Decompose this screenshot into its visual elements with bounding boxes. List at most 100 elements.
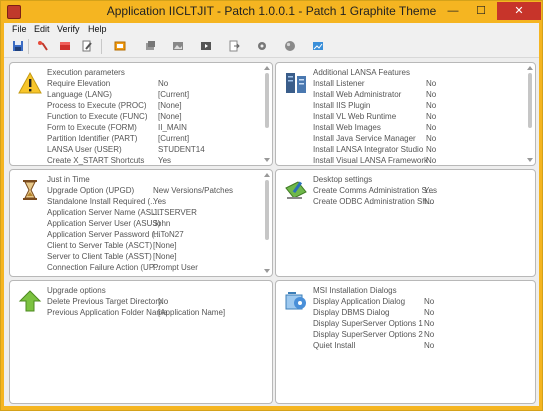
msi-installation-dialogs-panel[interactable]: MSI Installation Dialogs Display Applica… — [275, 280, 536, 404]
hourglass-icon — [23, 180, 37, 200]
item-value: No — [424, 319, 435, 328]
scrollbar[interactable] — [527, 65, 533, 163]
item-value: No — [426, 123, 437, 132]
panel-title: Execution parameters — [47, 68, 125, 77]
item-value: No — [158, 297, 169, 306]
item-label: Display SuperServer Options 1 — [313, 319, 423, 328]
item-value: Prompt User — [153, 263, 198, 272]
item-value: [None] — [158, 101, 182, 110]
upgrade-options-panel[interactable]: Upgrade options Delete Previous Target D… — [9, 280, 273, 404]
installer-icon — [285, 292, 306, 310]
additional-lansa-features-panel[interactable]: Additional LANSA Features Install Listen… — [275, 62, 536, 166]
item-label: Previous Application Folder Name — [47, 308, 168, 317]
panel-title: Desktop settings — [313, 175, 373, 184]
minimize-button[interactable]: — — [439, 2, 467, 20]
item-label: Install Web Images — [313, 123, 381, 132]
desktop-settings-panel[interactable]: Desktop settings Create Comms Administra… — [275, 169, 536, 277]
gear-icon[interactable] — [256, 40, 268, 52]
export-page-icon[interactable] — [228, 40, 240, 52]
menu-edit[interactable]: Edit — [34, 24, 50, 34]
item-label: Require Elevation — [47, 79, 111, 88]
panel-title: MSI Installation Dialogs — [313, 286, 397, 295]
item-value: [Current] — [158, 134, 190, 143]
item-label: Partition Identifier (PART) — [47, 134, 138, 143]
item-value: Yes — [153, 197, 167, 206]
item-value: John — [153, 219, 171, 228]
server-icon — [286, 73, 306, 93]
chart-window-icon[interactable] — [312, 40, 324, 52]
item-label: Display DBMS Dialog — [313, 308, 390, 317]
item-value: No — [426, 79, 437, 88]
item-value: JITSERVER — [153, 208, 197, 217]
item-value: II_MAIN — [158, 123, 187, 132]
item-label: Quiet Install — [313, 341, 356, 350]
panel-title: Just in Time — [47, 175, 90, 184]
up-arrow-icon — [18, 290, 42, 312]
item-value: Yes — [424, 186, 438, 195]
item-value: [None] — [153, 241, 177, 250]
item-label: Client to Server Table (ASCT) — [47, 241, 153, 250]
menu-verify[interactable]: Verify — [57, 24, 80, 34]
video-icon[interactable] — [200, 40, 212, 52]
title-bar[interactable]: Application IICLTJIT - Patch 1.0.0.1 - P… — [1, 1, 542, 23]
stack-icon[interactable] — [144, 40, 156, 52]
menu-file[interactable]: File — [12, 24, 27, 34]
maximize-button[interactable]: ☐ — [467, 2, 495, 20]
toolbar — [4, 36, 539, 58]
execution-parameters-panel[interactable]: Execution parameters Require Elevation No… — [9, 62, 273, 166]
item-label: Install LANSA Integrator Studio — [313, 145, 424, 154]
item-value: No — [426, 90, 437, 99]
desktop-shortcut-icon — [285, 181, 307, 199]
item-label: Install Web Administrator — [313, 90, 402, 99]
item-label: Install IIS Plugin — [313, 101, 371, 110]
item-label: Create X_START Shortcuts — [47, 156, 145, 165]
content-area: Execution parameters Require Elevation No… — [4, 58, 539, 406]
item-value: No — [426, 145, 437, 154]
menu-bar: File Edit Verify Help — [4, 23, 539, 36]
item-label: Application Server Password (... — [47, 230, 161, 239]
item-value: STUDENT14 — [158, 145, 205, 154]
item-label: Application Server User (ASUS) — [47, 219, 161, 228]
menu-help[interactable]: Help — [88, 24, 107, 34]
item-label: Language (LANG) — [47, 90, 112, 99]
item-label: Display Application Dialog — [313, 297, 406, 306]
image-icon[interactable] — [172, 40, 184, 52]
window-orange-icon[interactable] — [114, 40, 126, 52]
item-label: Install Java Service Manager — [313, 134, 416, 143]
sphere-icon[interactable] — [284, 40, 296, 52]
cube-red-icon[interactable] — [59, 40, 71, 52]
item-label: Process to Execute (PROC) — [47, 101, 147, 110]
item-value: [Application Name] — [158, 308, 226, 317]
item-value: No — [424, 341, 435, 350]
item-label: Create Comms Administration S... — [313, 186, 434, 195]
wand-icon[interactable] — [37, 40, 49, 52]
item-label: Upgrade Option (UPGD) — [47, 186, 135, 195]
item-value: No — [424, 197, 435, 206]
item-value: No — [424, 308, 435, 317]
item-label: Install Listener — [313, 79, 365, 88]
item-value: No — [426, 101, 437, 110]
scrollbar[interactable] — [264, 65, 270, 163]
panel-title: Additional LANSA Features — [313, 68, 410, 77]
item-label: Display SuperServer Options 2 — [313, 330, 423, 339]
item-label: Create ODBC Administration Sh... — [313, 197, 434, 206]
item-label: Function to Execute (FUNC) — [47, 112, 148, 121]
item-value: [Current] — [158, 90, 190, 99]
item-value: No — [426, 112, 437, 121]
item-label: LANSA User (USER) — [47, 145, 122, 154]
item-label: Install VL Web Runtime — [313, 112, 397, 121]
item-value: No — [426, 134, 437, 143]
item-value: No — [424, 297, 435, 306]
edit-page-icon[interactable] — [81, 40, 93, 52]
item-value: HiToN27 — [153, 230, 184, 239]
scrollbar[interactable] — [264, 172, 270, 274]
warning-icon — [18, 71, 42, 94]
close-button[interactable]: ✕ — [497, 2, 541, 20]
item-label: Install Visual LANSA Framework — [313, 156, 429, 165]
item-value: No — [424, 330, 435, 339]
item-value: No — [158, 79, 169, 88]
item-value: No — [426, 156, 437, 165]
application-window: Application IICLTJIT - Patch 1.0.0.1 - P… — [0, 0, 543, 411]
just-in-time-panel[interactable]: Just in Time Upgrade Option (UPGD) New Ve… — [9, 169, 273, 277]
save-icon[interactable] — [12, 40, 24, 52]
